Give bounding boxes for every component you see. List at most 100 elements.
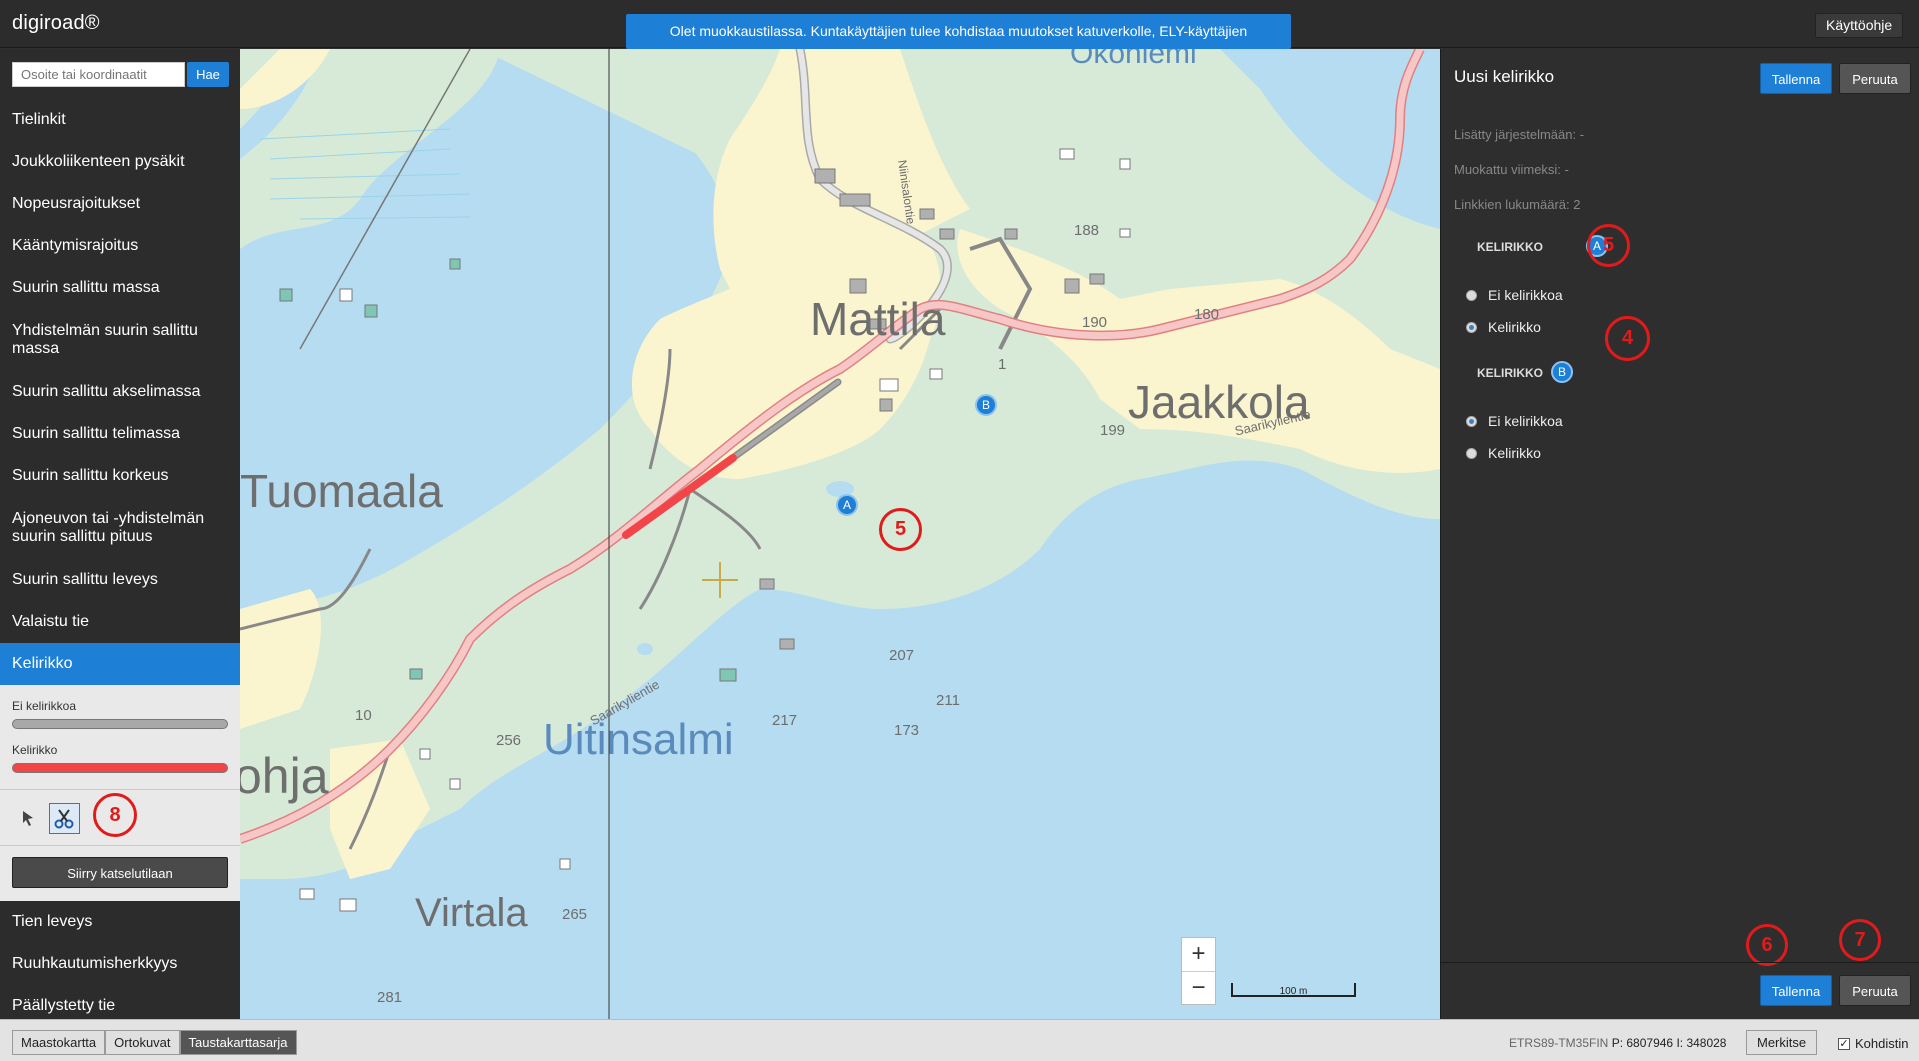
sidebar-item-telimassa[interactable]: Suurin sallittu telimassa	[0, 413, 240, 455]
segment-a-option-ei-kelirikkoa[interactable]: Ei kelirikkoa	[1466, 287, 1563, 303]
map-label-211: 211	[936, 692, 960, 709]
map-label-virtala: Virtala	[415, 891, 528, 935]
sidebar-item-tielinkit[interactable]: Tielinkit	[0, 99, 240, 141]
crosshair-label: Kohdistin	[1855, 1036, 1909, 1051]
layer-maastokartta[interactable]: Maastokartta	[12, 1030, 106, 1055]
coord-i: I: 348028	[1676, 1036, 1727, 1050]
segment-a-option-kelirikko[interactable]: Kelirikko	[1466, 319, 1541, 335]
sidebar-item-korkeus[interactable]: Suurin sallittu korkeus	[0, 455, 240, 497]
radio-a-kelirikko[interactable]	[1466, 321, 1477, 333]
mode-panel: Siirry katselutilaan	[0, 845, 240, 901]
modified-info: Muokattu viimeksi: -	[1454, 162, 1569, 177]
map-canvas	[240, 49, 1440, 1019]
bottom-bar: Maastokartta Ortokuvat Taustakarttasarja…	[0, 1019, 1919, 1061]
radio-b-kelirikko-label: Kelirikko	[1488, 445, 1541, 461]
zoom-out-button[interactable]: −	[1182, 972, 1215, 1006]
cut-tool-button[interactable]	[49, 803, 80, 834]
map-label-207: 207	[889, 647, 915, 664]
edit-panel: Uusi kelirikko Tallenna Peruuta Lisätty …	[1440, 49, 1919, 1019]
map-label-180: 180	[1194, 306, 1220, 323]
layer-ortokuvat[interactable]: Ortokuvat	[105, 1030, 180, 1055]
sidebar-item-valaistu-tie[interactable]: Valaistu tie	[0, 601, 240, 643]
legend-swatch-ei-kelirikkoa	[12, 719, 228, 729]
annotation-5-map: 5	[879, 508, 922, 551]
crs-label: ETRS89-TM35FIN	[1509, 1036, 1609, 1050]
panel-title: Uusi kelirikko	[1454, 67, 1555, 86]
radio-a-ei-kelirikkoa-label: Ei kelirikkoa	[1488, 287, 1563, 303]
help-button[interactable]: Käyttöohje	[1815, 13, 1904, 38]
map-label-265: 265	[562, 906, 588, 923]
annotation-4: 4	[1605, 316, 1650, 361]
map-label-256: 256	[496, 732, 522, 749]
save-button-bottom[interactable]: Tallenna	[1760, 975, 1832, 1006]
sidebar-item-ruuhkautumisherkkyys[interactable]: Ruuhkautumisherkkyys	[0, 943, 240, 985]
sidebar-item-kelirikko[interactable]: Kelirikko	[0, 643, 240, 685]
segment-a-header: KELIRIKKO	[1477, 240, 1543, 254]
annotation-5-panel: 5	[1587, 224, 1630, 267]
edit-mode-notice: Olet muokkaustilassa. Kuntakäyttäjien tu…	[626, 14, 1291, 74]
map-label-tuomaala: Tuomaala	[240, 465, 443, 517]
sidebar-item-nopeusrajoitukset[interactable]: Nopeusrajoitukset	[0, 183, 240, 225]
map-view[interactable]: Okoniemi Mattila Jaakkola Tuomaala Uitin…	[240, 49, 1440, 1019]
zoom-in-button[interactable]: +	[1182, 938, 1215, 972]
legend-label-ei-kelirikkoa: Ei kelirikkoa	[12, 699, 77, 713]
search-button[interactable]: Hae	[187, 62, 229, 87]
map-label-281: 281	[377, 989, 403, 1006]
sidebar-item-tien-leveys[interactable]: Tien leveys	[0, 901, 240, 943]
map-label-mattila: Mattila	[810, 293, 946, 345]
segment-b-header: KELIRIKKO	[1477, 366, 1543, 380]
cancel-button-top[interactable]: Peruuta	[1839, 63, 1911, 94]
legend-swatch-kelirikko	[12, 763, 228, 773]
map-label-okoniemi: Okoniemi	[1070, 49, 1197, 70]
segment-b-option-ei-kelirikkoa[interactable]: Ei kelirikkoa	[1466, 413, 1563, 429]
coordinate-readout: ETRS89-TM35FIN P: 6807946 I: 348028	[1509, 1036, 1726, 1050]
crosshair-toggle[interactable]: ✓ Kohdistin	[1838, 1036, 1908, 1051]
segment-marker-a[interactable]: A	[836, 494, 858, 516]
radio-b-ei-kelirikkoa-label: Ei kelirikkoa	[1488, 413, 1563, 429]
scale-bar: 100 m	[1231, 983, 1356, 997]
sidebar-item-paallystetty-tie[interactable]: Päällystetty tie	[0, 985, 240, 1019]
map-label-188: 188	[1074, 222, 1100, 239]
layer-list: Tielinkit Joukkoliikenteen pysäkit Nopeu…	[0, 99, 240, 1019]
sidebar-item-pituus[interactable]: Ajoneuvon tai -yhdistelmän suurin sallit…	[0, 497, 240, 559]
background-layer-switcher: Maastokartta Ortokuvat Taustakarttasarja	[12, 1030, 297, 1055]
map-label-199: 199	[1100, 422, 1126, 439]
search-input[interactable]	[12, 62, 185, 87]
radio-b-ei-kelirikkoa[interactable]	[1466, 415, 1477, 427]
segment-b-option-kelirikko[interactable]: Kelirikko	[1466, 445, 1541, 461]
crosshair-checkbox[interactable]: ✓	[1838, 1037, 1850, 1050]
sidebar-item-leveys[interactable]: Suurin sallittu leveys	[0, 559, 240, 601]
scissors-icon	[54, 809, 74, 829]
legend-label-kelirikko: Kelirikko	[12, 743, 58, 757]
select-pointer-icon[interactable]	[18, 808, 38, 828]
map-label-173: 173	[894, 722, 920, 739]
map-label-10: 10	[355, 707, 372, 724]
mark-button[interactable]: Merkitse	[1746, 1030, 1818, 1055]
segment-marker-b[interactable]: B	[975, 394, 997, 416]
added-info: Lisätty järjestelmään: -	[1454, 127, 1585, 142]
sidebar-item-akselimassa[interactable]: Suurin sallittu akselimassa	[0, 371, 240, 413]
cancel-button-bottom[interactable]: Peruuta	[1839, 975, 1911, 1006]
annotation-7: 7	[1839, 919, 1881, 961]
annotation-8: 8	[93, 793, 137, 837]
top-bar: digiroad® Olet muokkaustilassa. Kuntakäy…	[0, 0, 1919, 74]
panel-footer: Tallenna Peruuta	[1441, 962, 1919, 1019]
view-mode-button[interactable]: Siirry katselutilaan	[12, 857, 228, 888]
radio-a-ei-kelirikkoa[interactable]	[1466, 289, 1477, 301]
sidebar-item-pysakit[interactable]: Joukkoliikenteen pysäkit	[0, 141, 240, 183]
annotation-6: 6	[1746, 924, 1788, 966]
map-label-ohja: ohja	[240, 748, 329, 804]
radio-a-kelirikko-label: Kelirikko	[1488, 319, 1541, 335]
save-button-top[interactable]: Tallenna	[1760, 63, 1832, 94]
segment-b-badge: B	[1551, 361, 1573, 383]
kelirikko-legend: Ei kelirikkoa Kelirikko	[0, 685, 240, 789]
map-label-uitinsalmi: Uitinsalmi	[543, 715, 734, 764]
sidebar-item-yhdistelman-massa[interactable]: Yhdistelmän suurin sallittu massa	[0, 309, 240, 371]
link-count-info: Linkkien lukumäärä: 2	[1454, 197, 1581, 212]
sidebar-item-kaantymisrajoitus[interactable]: Kääntymisrajoitus	[0, 225, 240, 267]
radio-b-kelirikko[interactable]	[1466, 447, 1477, 459]
layer-sidebar: Hae Tielinkit Joukkoliikenteen pysäkit N…	[0, 49, 240, 1019]
layer-taustakarttasarja[interactable]: Taustakarttasarja	[179, 1030, 297, 1055]
sidebar-item-massa[interactable]: Suurin sallittu massa	[0, 267, 240, 309]
coord-p: P: 6807946	[1611, 1036, 1674, 1050]
